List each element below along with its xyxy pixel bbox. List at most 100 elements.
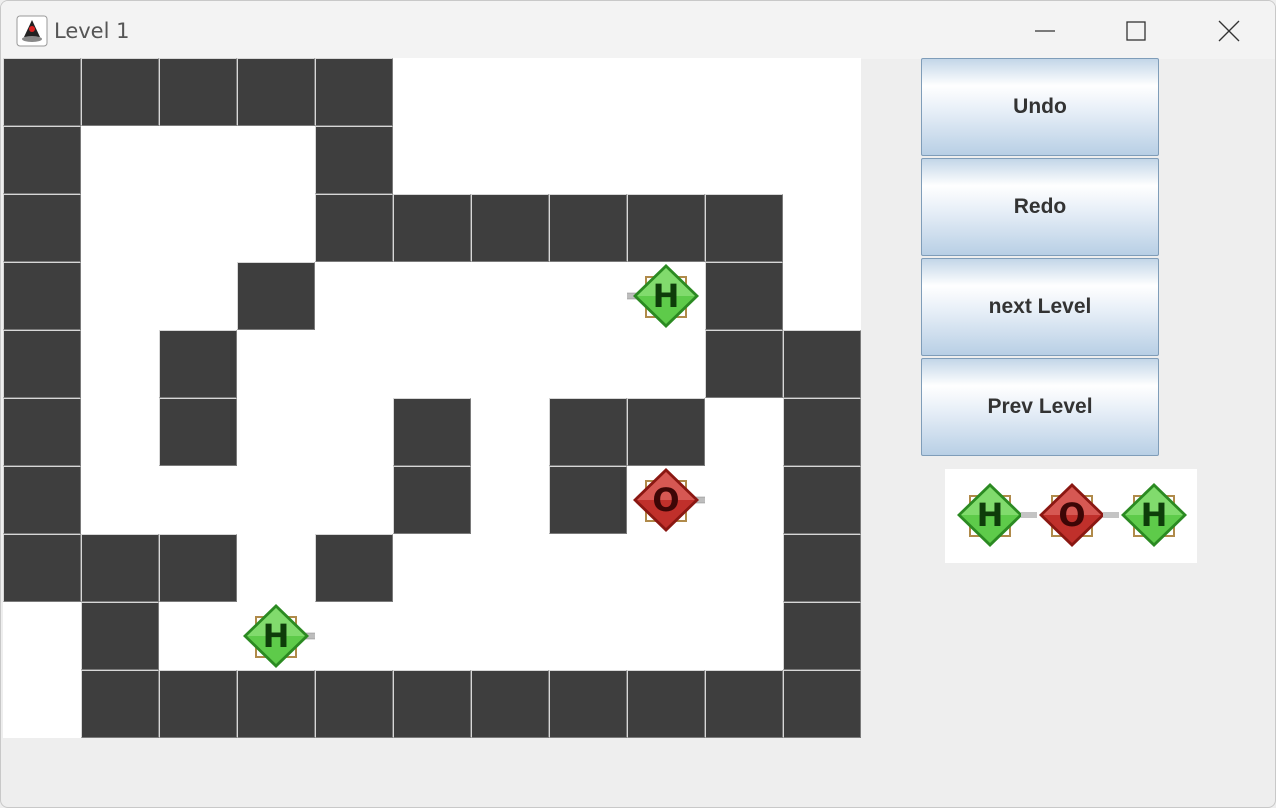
maximize-button[interactable] [1113,11,1159,51]
floor-tile [393,534,471,602]
wall-tile [159,534,237,602]
floor-tile [627,602,705,670]
game-board[interactable]: H O H [3,58,861,739]
wall-tile [237,670,315,738]
wall-tile [81,58,159,126]
floor-tile [471,330,549,398]
wall-tile [393,466,471,534]
maximize-icon [1126,21,1146,41]
floor-tile [3,670,81,738]
wall-tile [471,194,549,262]
floor-tile [237,466,315,534]
wall-tile [549,398,627,466]
floor-tile [471,398,549,466]
undo-button[interactable]: Undo [921,58,1159,156]
floor-tile [705,534,783,602]
wall-tile [3,398,81,466]
close-icon [1218,20,1240,42]
wall-tile [81,670,159,738]
wall-tile [315,58,393,126]
floor-tile [471,58,549,126]
wall-tile [705,670,783,738]
wall-tile [783,602,861,670]
minimize-icon [1035,30,1055,32]
wall-tile [3,262,81,330]
goal-hydrogen-atom: H [951,481,1029,549]
floor-tile [81,330,159,398]
wall-tile [783,466,861,534]
floor-tile [783,194,861,262]
floor-tile [237,194,315,262]
oxygen-atom[interactable]: O [627,466,708,534]
floor-tile [705,58,783,126]
wall-tile [3,534,81,602]
floor-tile [81,262,159,330]
floor-tile [705,466,783,534]
wall-tile [315,126,393,194]
wall-tile [705,194,783,262]
floor-tile [393,602,471,670]
wall-tile [627,194,705,262]
wall-tile [549,194,627,262]
goal-molecule-preview: HOH [945,469,1197,563]
wall-tile [549,670,627,738]
floor-tile [393,330,471,398]
wall-tile [3,330,81,398]
floor-tile [315,398,393,466]
floor-tile [471,534,549,602]
wall-tile [315,534,393,602]
floor-tile [549,126,627,194]
wall-tile [627,398,705,466]
wall-tile [393,670,471,738]
floor-tile [627,58,705,126]
wall-tile [3,58,81,126]
wall-tile [237,58,315,126]
svg-text:O: O [652,481,679,519]
floor-tile [549,330,627,398]
floor-tile [471,126,549,194]
wall-tile [3,466,81,534]
wall-tile [159,58,237,126]
floor-tile [471,466,549,534]
floor-tile [783,262,861,330]
wall-tile [783,670,861,738]
floor-tile [81,398,159,466]
wall-tile [315,194,393,262]
floor-tile [549,602,627,670]
floor-tile [471,602,549,670]
floor-tile [81,126,159,194]
floor-tile [783,58,861,126]
floor-tile [159,602,237,670]
next-level-button[interactable]: next Level [921,258,1159,356]
floor-tile [237,398,315,466]
close-button[interactable] [1206,11,1252,51]
floor-tile [783,126,861,194]
floor-tile [549,534,627,602]
wall-tile [627,670,705,738]
prev-level-button[interactable]: Prev Level [921,358,1159,456]
floor-tile [159,126,237,194]
floor-tile [393,126,471,194]
floor-tile [315,602,393,670]
hydrogen-atom[interactable]: H [624,262,705,330]
wall-tile [237,262,315,330]
hydrogen-atom[interactable]: H [237,602,318,670]
floor-tile [627,534,705,602]
svg-text:H: H [653,277,680,315]
wall-tile [393,194,471,262]
floor-tile [237,534,315,602]
floor-tile [393,262,471,330]
redo-button[interactable]: Redo [921,158,1159,256]
title-bar[interactable]: Level 1 [1,1,1275,59]
floor-tile [315,330,393,398]
wall-tile [783,330,861,398]
floor-tile [315,262,393,330]
wall-tile [393,398,471,466]
floor-tile [159,466,237,534]
minimize-button[interactable] [1022,11,1068,51]
wall-tile [783,398,861,466]
floor-tile [627,330,705,398]
floor-tile [237,126,315,194]
wall-tile [315,670,393,738]
floor-tile [81,194,159,262]
